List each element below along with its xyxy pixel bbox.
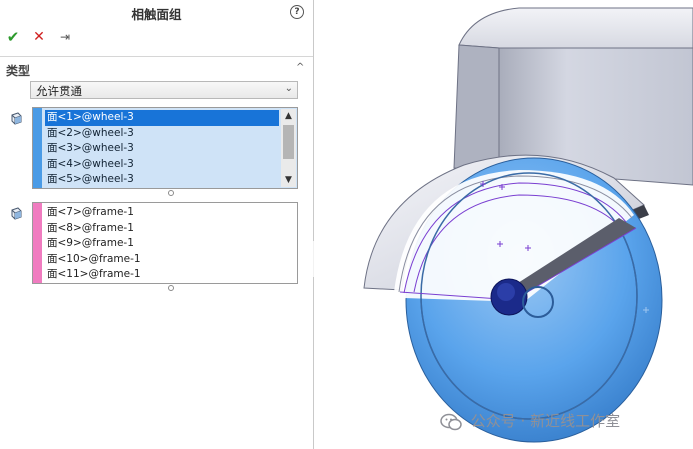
help-icon[interactable]: ? <box>290 5 304 19</box>
frame-faces-color-bar <box>33 203 42 283</box>
section-title-type[interactable]: 类型 <box>6 62 30 79</box>
list-item[interactable]: 面<5>@wheel-3 <box>45 172 279 188</box>
wechat-icon <box>440 413 462 430</box>
list-item[interactable]: 面<10>@frame-1 <box>45 252 279 268</box>
ok-button[interactable]: ✔ <box>4 28 22 46</box>
cancel-button[interactable]: ✕ <box>30 28 48 46</box>
frame-faces-list[interactable]: 面<7>@frame-1 面<8>@frame-1 面<9>@frame-1 面… <box>32 202 298 284</box>
list-item[interactable]: 面<7>@frame-1 <box>45 205 279 221</box>
watermark: 公众号 · 新近线工作室 <box>440 410 620 431</box>
list-item[interactable]: 面<2>@wheel-3 <box>45 126 279 142</box>
list-item[interactable]: 面<8>@frame-1 <box>45 221 279 237</box>
list-item[interactable]: 面<9>@frame-1 <box>45 236 279 252</box>
pin-button[interactable]: ⇥ <box>56 28 74 46</box>
type-select-value: 允许贯通 <box>36 84 82 98</box>
section-divider <box>0 56 313 57</box>
list-item[interactable]: 面<4>@wheel-3 <box>45 157 279 173</box>
scroll-thumb[interactable] <box>283 125 294 159</box>
chevron-down-icon: ⌄ <box>284 83 293 94</box>
scroll-up-icon[interactable]: ▲ <box>281 109 296 123</box>
collapse-icon[interactable]: ^ <box>296 62 304 73</box>
face-selection-icon <box>11 112 22 125</box>
type-select[interactable]: 允许贯通 ⌄ <box>30 81 298 99</box>
graphics-viewport[interactable] <box>314 0 693 449</box>
list-item[interactable]: 面<11>@frame-1 <box>45 267 279 283</box>
list-item[interactable]: 面<3>@wheel-3 <box>45 141 279 157</box>
wheel-faces-color-bar <box>33 108 42 188</box>
panel-title: 相触面组 <box>131 7 182 22</box>
list-resize-handle[interactable] <box>168 285 174 291</box>
face-selection-icon <box>11 207 22 220</box>
scroll-down-icon[interactable]: ▼ <box>281 173 296 187</box>
list-item[interactable]: 面<1>@wheel-3 <box>45 110 279 126</box>
property-manager-panel: 相触面组 ? ✔ ✕ ⇥ 类型 ^ 允许贯通 ⌄ 面<1>@wheel-3 面<… <box>0 0 313 449</box>
caster-wheel-model[interactable] <box>314 0 693 449</box>
list-resize-handle[interactable] <box>168 190 174 196</box>
wheel-faces-list[interactable]: 面<1>@wheel-3 面<2>@wheel-3 面<3>@wheel-3 面… <box>32 107 298 189</box>
watermark-text: 公众号 · 新近线工作室 <box>470 412 621 430</box>
wheel-list-scrollbar[interactable]: ▲ ▼ <box>281 109 296 187</box>
